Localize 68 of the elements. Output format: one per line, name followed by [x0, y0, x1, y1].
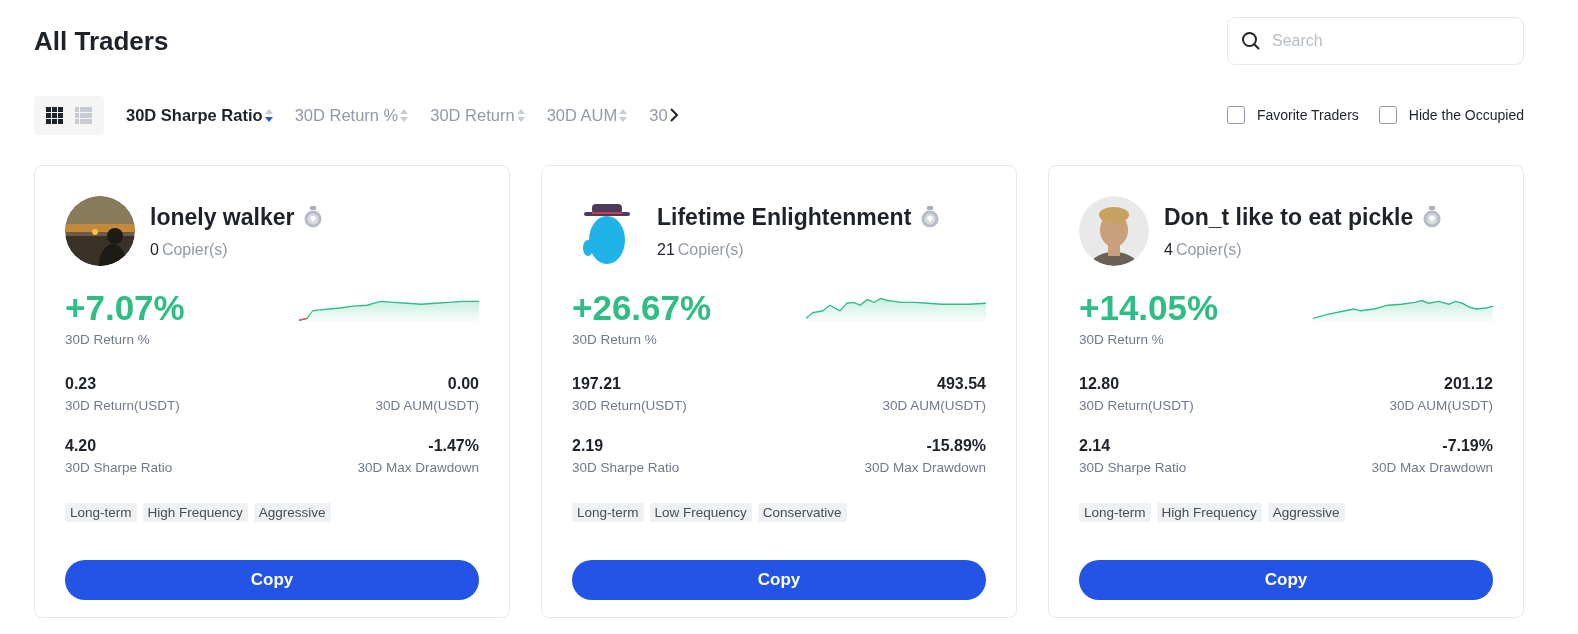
stat-value: 201.12	[1443, 375, 1493, 393]
sort-arrows-icon	[400, 108, 409, 122]
copier-count: 4	[1164, 240, 1173, 259]
return-percent-label: 30D Return %	[572, 332, 658, 347]
stat-label: 30D Max Drawdown	[1370, 460, 1493, 475]
copy-button[interactable]: Copy	[1079, 560, 1493, 600]
sort-arrows-icon	[264, 108, 273, 122]
filter-label: Hide the Occupied	[1408, 107, 1524, 123]
stat-value: 493.54	[936, 375, 986, 393]
medal-icon	[921, 206, 940, 228]
stat-label: 30D Return(USDT)	[65, 398, 181, 413]
list-view-icon[interactable]	[75, 106, 92, 124]
copier-label: Copier(s)	[1175, 240, 1242, 259]
stat-label: 30D Sharpe Ratio	[1079, 460, 1188, 475]
return-percent-label: 30D Return %	[65, 332, 151, 347]
sort-arrows-icon	[619, 108, 628, 122]
tag: Long-term	[572, 503, 644, 522]
tag: Aggressive	[1267, 503, 1345, 522]
stat-value: -1.47%	[427, 437, 479, 455]
copier-label: Copier(s)	[161, 240, 228, 259]
medal-icon	[1423, 206, 1442, 228]
stat-label: 30D Return(USDT)	[1079, 398, 1195, 413]
stat-value: -7.19%	[1441, 437, 1493, 455]
stat-value: 12.80	[1079, 375, 1121, 393]
page-title: All Traders	[34, 25, 169, 57]
stat-label: 30D AUM(USDT)	[374, 398, 479, 413]
return-percent: +26.67%	[572, 288, 712, 328]
tag: Long-term	[1079, 503, 1151, 522]
stat-value: 2.19	[572, 437, 605, 455]
stat-value: 0.00	[446, 375, 479, 393]
trader-name: Lifetime Enlightenment	[657, 203, 912, 231]
return-percent-label: 30D Return %	[1079, 332, 1165, 347]
copier-label: Copier(s)	[677, 240, 744, 259]
stat-value: -15.89%	[925, 437, 986, 455]
sort-tab[interactable]: 30D Sharpe Ratio	[126, 105, 273, 125]
copy-button[interactable]: Copy	[65, 560, 479, 600]
stat-value: 197.21	[572, 375, 622, 393]
checkbox[interactable]	[1226, 106, 1245, 124]
return-percent: +14.05%	[1079, 288, 1219, 328]
checkbox[interactable]	[1378, 106, 1397, 124]
stat-label: 30D AUM(USDT)	[1388, 398, 1493, 413]
stat-value: 0.23	[65, 375, 98, 393]
search-field[interactable]: Search	[1227, 17, 1524, 65]
stat-label: 30D AUM(USDT)	[881, 398, 986, 413]
stat-value: 4.20	[65, 437, 98, 455]
filter-label: Favorite Traders	[1256, 107, 1359, 123]
copier-count: 21	[657, 240, 675, 259]
tag: Aggressive	[253, 503, 331, 522]
chevron-right-icon[interactable]	[668, 108, 679, 122]
tag: Low Frequency	[649, 503, 752, 522]
stat-label: 30D Sharpe Ratio	[65, 460, 174, 475]
tag: High Frequency	[1156, 503, 1262, 522]
stat-label: 30D Max Drawdown	[863, 460, 986, 475]
copier-count: 0	[150, 240, 159, 259]
stat-label: 30D Sharpe Ratio	[572, 460, 681, 475]
trader-name: lonely walker	[150, 203, 295, 231]
copy-button[interactable]: Copy	[572, 560, 986, 600]
grid-view-icon[interactable]	[46, 106, 63, 124]
tag: High Frequency	[142, 503, 248, 522]
stat-label: 30D Return(USDT)	[572, 398, 688, 413]
stat-value: 2.14	[1079, 437, 1112, 455]
tag: Long-term	[65, 503, 137, 522]
tag: Conservative	[757, 503, 847, 522]
sort-arrows-icon	[516, 108, 525, 122]
medal-icon	[304, 206, 323, 228]
return-percent: +7.07%	[65, 288, 185, 328]
stat-label: 30D Max Drawdown	[356, 460, 479, 475]
trader-name: Don_t like to eat pickle	[1164, 203, 1414, 231]
